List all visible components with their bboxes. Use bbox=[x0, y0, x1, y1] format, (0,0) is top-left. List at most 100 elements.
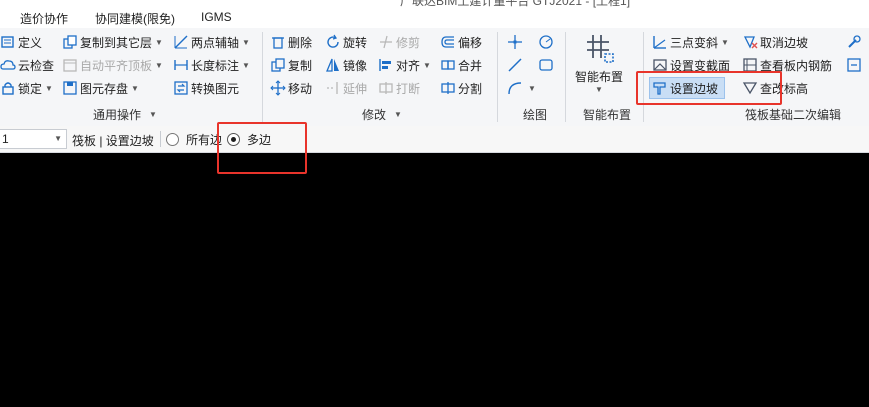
view-slab-rebar-label: 查看板内钢筋 bbox=[760, 58, 833, 73]
group-label-smart: 智能布置 bbox=[583, 108, 632, 122]
set-slope-label: 设置边坡 bbox=[670, 81, 719, 96]
chevron-down-icon[interactable]: ▼ bbox=[423, 61, 431, 70]
menu-collab-modeling[interactable]: 协同建模(限免) bbox=[95, 10, 175, 27]
element-save-button[interactable]: 图元存盘 ▼ bbox=[62, 78, 139, 98]
align-button[interactable]: 对齐 ▼ bbox=[378, 55, 431, 75]
extend-icon bbox=[325, 80, 341, 96]
length-dimension-label: 长度标注 bbox=[191, 58, 240, 73]
floor-combo-value: 1 bbox=[2, 132, 9, 146]
set-variable-section-button[interactable]: 设置变截面 bbox=[652, 55, 730, 75]
chevron-down-icon[interactable]: ▼ bbox=[155, 61, 163, 70]
menu-igms[interactable]: IGMS bbox=[201, 10, 232, 24]
element-save-label: 图元存盘 bbox=[80, 81, 129, 96]
set-variable-section-label: 设置变截面 bbox=[670, 58, 731, 73]
draw-arc-button[interactable]: ▼ bbox=[507, 78, 536, 98]
convert-icon bbox=[173, 80, 189, 96]
rotate-icon bbox=[325, 34, 341, 50]
chevron-down-icon[interactable]: ▼ bbox=[242, 61, 250, 70]
rectangle-icon bbox=[538, 57, 554, 73]
window-title: 广联达BIM土建计量平台 GTJ2021 - [工程1] bbox=[400, 0, 631, 8]
chevron-down-icon[interactable]: ▼ bbox=[721, 38, 729, 47]
chevron-down-icon[interactable]: ▼ bbox=[595, 85, 603, 94]
lock-icon bbox=[0, 80, 16, 96]
chevron-down-icon[interactable]: ▼ bbox=[45, 84, 53, 93]
app-window: 广联达BIM土建计量平台 GTJ2021 - [工程1] 造价协作 协同建模(限… bbox=[0, 0, 869, 407]
copy-icon bbox=[270, 57, 286, 73]
set-slope-icon bbox=[652, 80, 668, 96]
save-icon bbox=[62, 80, 78, 96]
draw-line-button[interactable] bbox=[507, 55, 525, 75]
slope-icon bbox=[652, 34, 668, 50]
chevron-down-icon[interactable]: ▼ bbox=[528, 84, 536, 93]
axis-icon bbox=[173, 34, 189, 50]
check-elevation-button[interactable]: 查改标高 bbox=[742, 78, 808, 98]
group-expand-icon[interactable]: ▼ bbox=[394, 110, 402, 119]
group-label-raft: 筏板基础二次编辑 bbox=[745, 108, 842, 122]
draw-point-button[interactable] bbox=[507, 32, 525, 52]
mirror-button[interactable]: 镜像 bbox=[325, 55, 367, 75]
chevron-down-icon[interactable]: ▼ bbox=[54, 134, 62, 143]
trim-label: 修剪 bbox=[396, 35, 421, 50]
cloud-check-icon bbox=[0, 57, 16, 73]
cancel-slope-button[interactable]: 取消边坡 bbox=[742, 32, 808, 52]
define-label: 定义 bbox=[18, 35, 43, 50]
floor-combo[interactable]: 1 ▼ bbox=[0, 129, 67, 149]
break-button[interactable]: 打断 bbox=[378, 78, 420, 98]
offset-icon bbox=[440, 34, 456, 50]
group-label-draw: 绘图 bbox=[523, 108, 548, 122]
mirror-label: 镜像 bbox=[343, 58, 368, 73]
extend-button[interactable]: 延伸 bbox=[325, 78, 367, 98]
mirror-icon bbox=[325, 57, 341, 73]
break-label: 打断 bbox=[396, 81, 421, 96]
lock-button[interactable]: 锁定 ▼ bbox=[0, 78, 53, 98]
copy-button[interactable]: 复制 bbox=[270, 55, 312, 75]
chevron-down-icon[interactable]: ▼ bbox=[155, 38, 163, 47]
merge-icon bbox=[440, 57, 456, 73]
split-label: 分割 bbox=[458, 81, 483, 96]
define-button[interactable]: 定义 bbox=[0, 32, 42, 52]
options-toolbar: 1 ▼ 筏板 | 设置边坡 所有边 多边 bbox=[0, 126, 869, 153]
ribbon: 定义 云检查 锁定 ▼ 复制到其它层 ▼ 自动平齐顶板 ▼ 图元存盘 ▼ 两点辅轴 ▼ bbox=[0, 28, 869, 127]
drawing-canvas[interactable] bbox=[0, 153, 869, 407]
draw-circle-button[interactable] bbox=[538, 32, 556, 52]
cancel-slope-label: 取消边坡 bbox=[760, 35, 809, 50]
delete-button[interactable]: 删除 bbox=[270, 32, 312, 52]
overflow-tool-button[interactable] bbox=[846, 32, 864, 52]
move-button[interactable]: 移动 bbox=[270, 78, 312, 98]
three-point-slope-label: 三点变斜 bbox=[670, 35, 719, 50]
smart-layout-button[interactable]: 智能布置 ▼ bbox=[572, 32, 626, 94]
menu-cost-collaboration[interactable]: 造价协作 bbox=[20, 10, 68, 27]
length-dimension-button[interactable]: 长度标注 ▼ bbox=[173, 55, 250, 75]
breadcrumb: 筏板 | 设置边坡 bbox=[72, 134, 154, 148]
group-expand-icon[interactable]: ▼ bbox=[149, 110, 157, 119]
lock-label: 锁定 bbox=[18, 81, 43, 96]
tool-icon bbox=[846, 57, 862, 73]
chevron-down-icon[interactable]: ▼ bbox=[242, 38, 250, 47]
offset-button[interactable]: 偏移 bbox=[440, 32, 482, 52]
merge-button[interactable]: 合并 bbox=[440, 55, 482, 75]
rotate-button[interactable]: 旋转 bbox=[325, 32, 367, 52]
two-point-axis-button[interactable]: 两点辅轴 ▼ bbox=[173, 32, 250, 52]
chevron-down-icon[interactable]: ▼ bbox=[131, 84, 139, 93]
copy-to-other-floor-button[interactable]: 复制到其它层 ▼ bbox=[62, 32, 163, 52]
group-divider bbox=[565, 32, 566, 122]
view-slab-rebar-button[interactable]: 查看板内钢筋 bbox=[742, 55, 832, 75]
check-elevation-label: 查改标高 bbox=[760, 81, 809, 96]
trim-button[interactable]: 修剪 bbox=[378, 32, 420, 52]
overflow-tool-button-2[interactable] bbox=[846, 55, 864, 75]
three-point-slope-button[interactable]: 三点变斜 ▼ bbox=[652, 32, 729, 52]
split-button[interactable]: 分割 bbox=[440, 78, 482, 98]
draw-rectangle-button[interactable] bbox=[538, 55, 556, 75]
cloud-check-button[interactable]: 云检查 bbox=[0, 55, 54, 75]
multi-edge-label: 多边 bbox=[247, 133, 272, 147]
convert-element-button[interactable]: 转换图元 bbox=[173, 78, 239, 98]
multi-edge-radio[interactable]: 多边 bbox=[227, 131, 271, 148]
all-edges-radio[interactable]: 所有边 bbox=[166, 131, 222, 148]
rotate-label: 旋转 bbox=[343, 35, 368, 50]
menu-bar: 广联达BIM土建计量平台 GTJ2021 - [工程1] 造价协作 协同建模(限… bbox=[0, 0, 869, 28]
set-slope-button[interactable]: 设置边坡 bbox=[649, 77, 726, 99]
group-divider bbox=[262, 32, 263, 122]
delete-label: 删除 bbox=[288, 35, 313, 50]
auto-align-top-button[interactable]: 自动平齐顶板 ▼ bbox=[62, 55, 163, 75]
all-edges-label: 所有边 bbox=[186, 133, 223, 147]
